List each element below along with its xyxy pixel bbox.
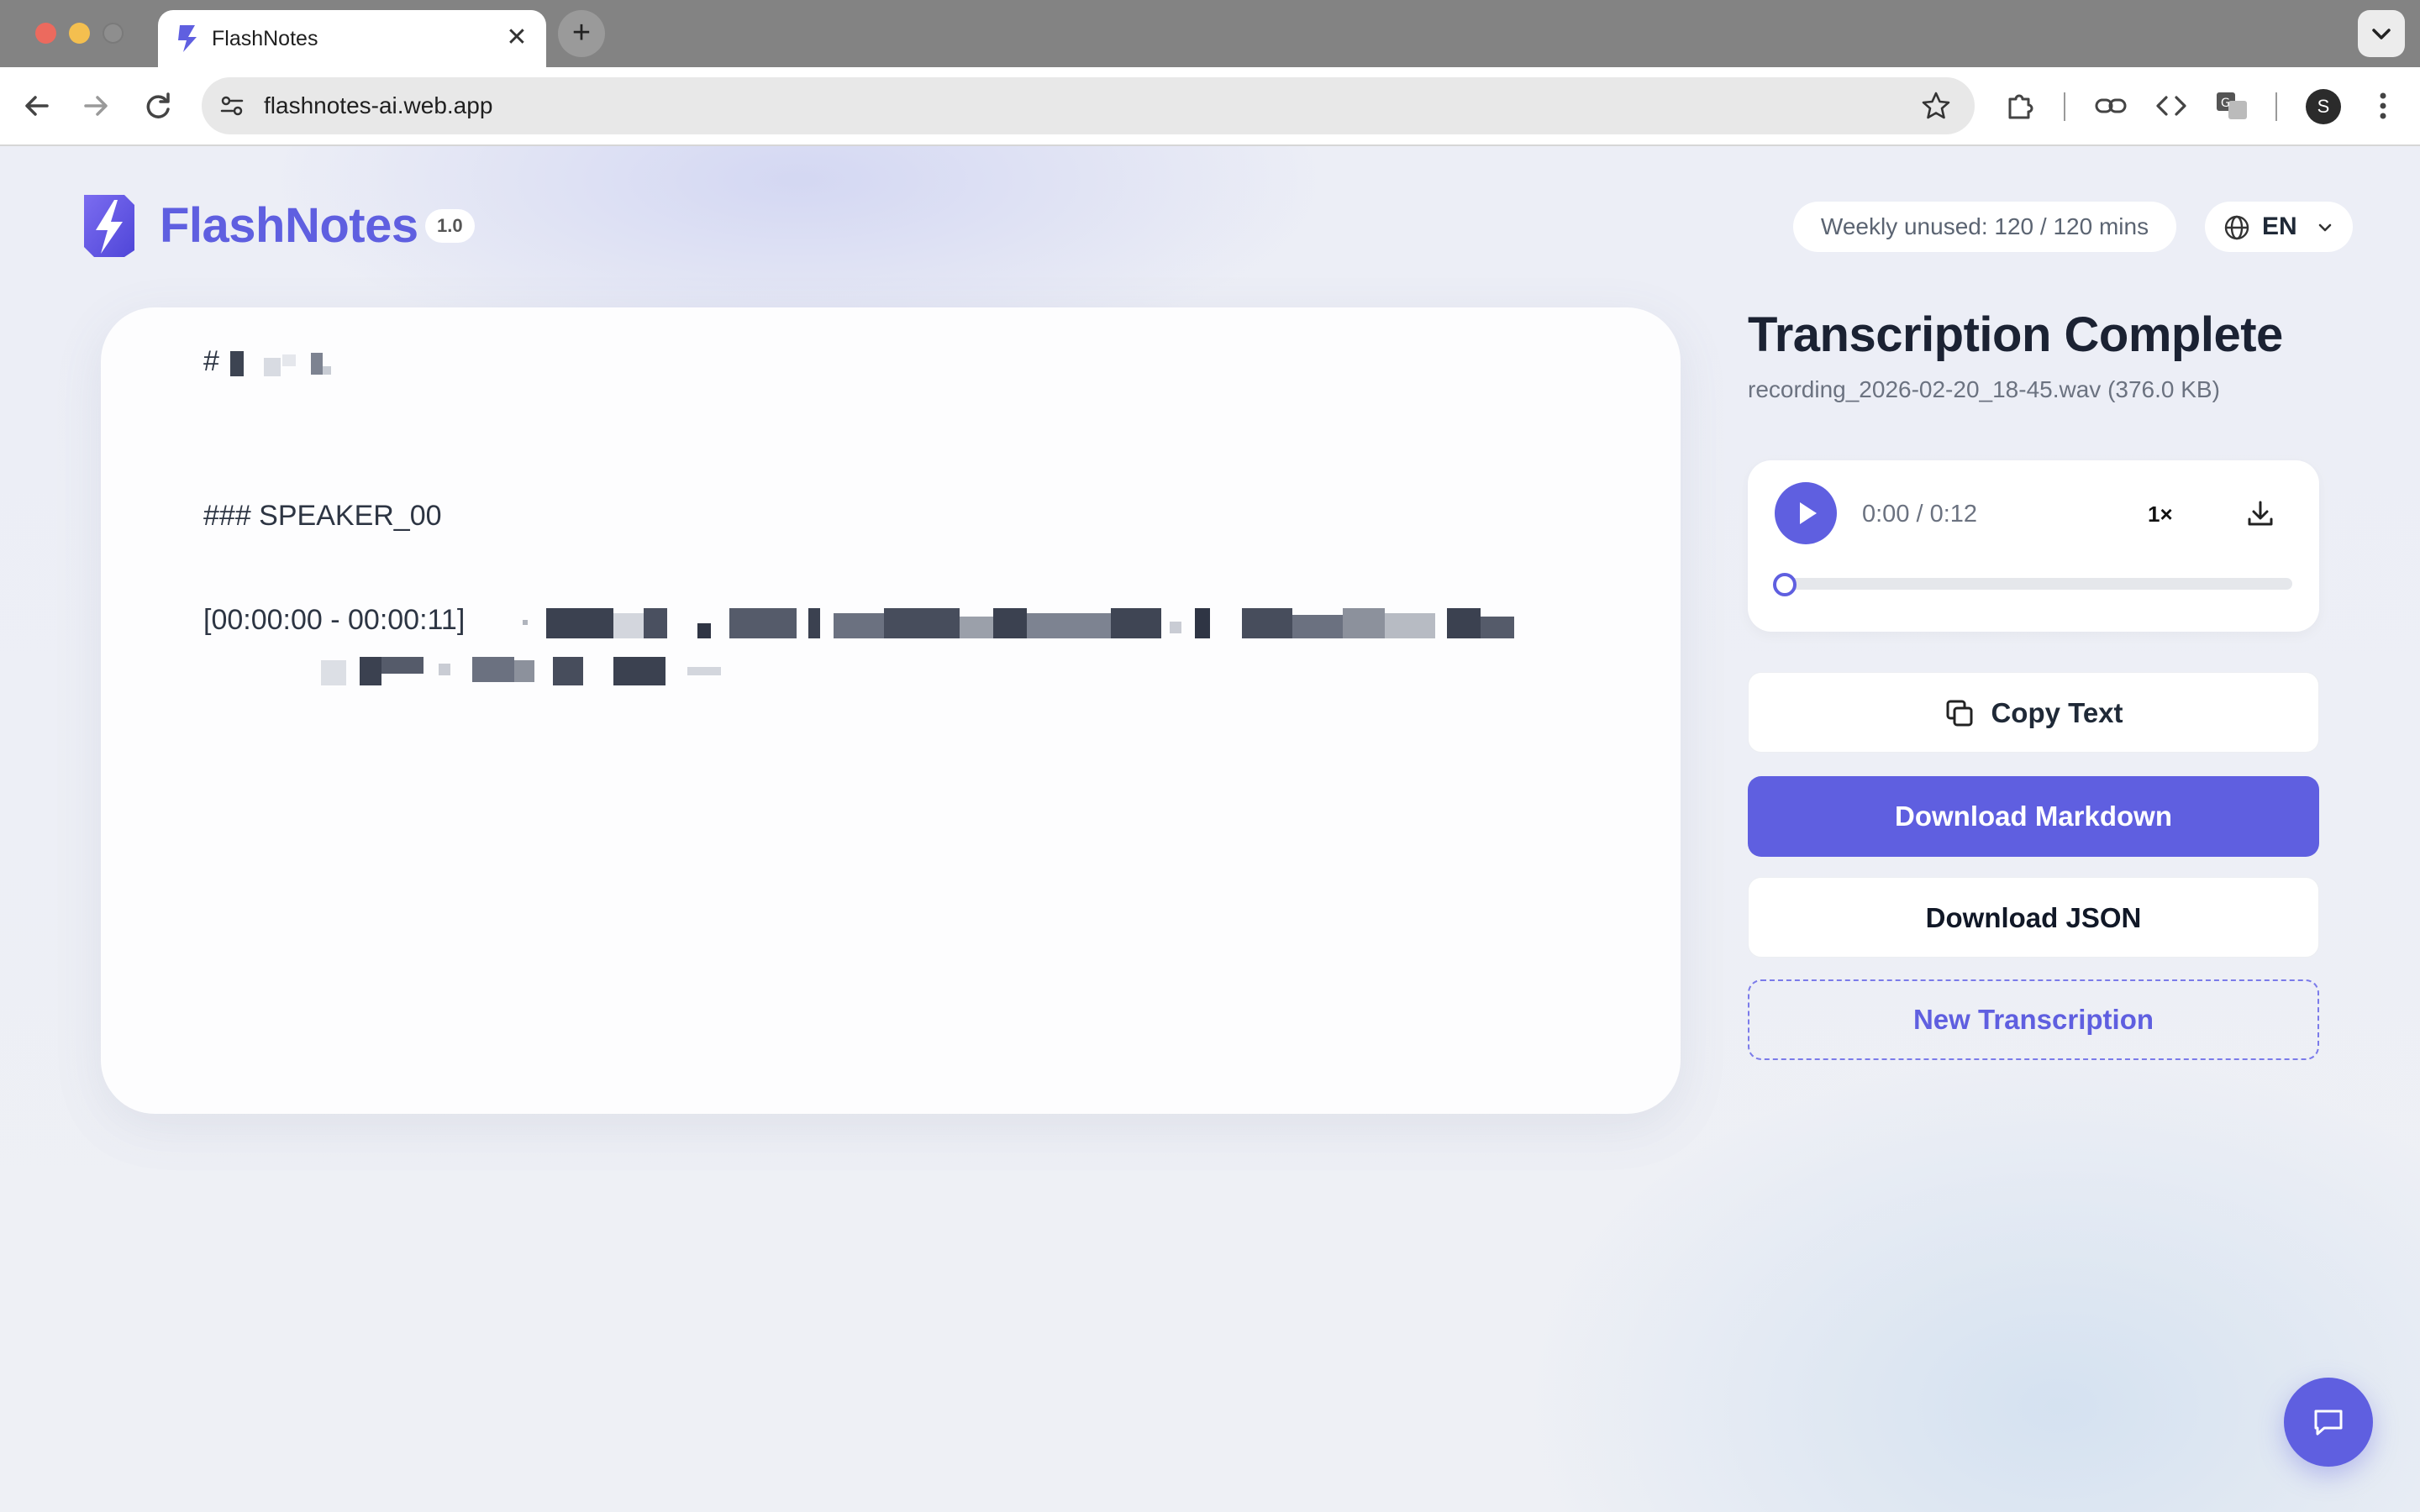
chat-bubble-icon (2314, 1410, 2343, 1436)
extensions-icon[interactable] (2002, 87, 2039, 124)
code-icon[interactable] (2153, 87, 2190, 124)
zoom-window-button[interactable] (103, 23, 124, 44)
toolbar-divider (2064, 92, 2065, 121)
site-settings-icon[interactable] (217, 91, 247, 121)
playback-progress-track[interactable] (1776, 578, 2292, 590)
app-page: FlashNotes 1.0 Weekly unused: 120 / 120 … (0, 146, 2420, 1512)
tab-search-button[interactable] (2358, 10, 2405, 57)
markdown-heading-marker: # (203, 345, 219, 377)
browser-tab-active[interactable]: FlashNotes ✕ (158, 10, 546, 67)
minimize-window-button[interactable] (69, 23, 90, 44)
chat-support-button[interactable] (2284, 1378, 2373, 1467)
file-info: recording_2026-02-20_18-45.wav (376.0 KB… (1748, 376, 2220, 402)
translate-icon[interactable]: G (2213, 87, 2250, 124)
flashnotes-favicon-icon (178, 25, 197, 52)
svg-text:G: G (2221, 97, 2230, 110)
redacted-transcript-text (321, 608, 1632, 701)
profile-avatar[interactable]: S (2306, 89, 2341, 124)
play-icon (1800, 502, 1817, 524)
reload-icon[interactable] (138, 86, 178, 126)
audio-player: 0:00 / 0:12 1× (1748, 460, 2319, 632)
copy-text-label: Copy Text (1991, 697, 2123, 728)
transcript-title-line: # (203, 343, 219, 380)
copy-icon (1946, 700, 1973, 727)
download-json-button[interactable]: Download JSON (1748, 877, 2319, 958)
new-tab-button[interactable]: + (558, 10, 605, 57)
chevron-down-icon (2372, 29, 2391, 39)
download-audio-icon[interactable] (2244, 497, 2277, 531)
segment-timestamp: [00:00:00 - 00:00:11] (203, 604, 466, 636)
tab-title: FlashNotes (212, 27, 318, 50)
forward-arrow-icon[interactable] (76, 86, 116, 126)
version-badge: 1.0 (425, 209, 475, 243)
link-icon[interactable] (2092, 87, 2129, 124)
transcription-status-title: Transcription Complete (1748, 307, 2283, 362)
more-menu-icon[interactable] (2368, 87, 2398, 124)
browser-toolbar: flashnotes-ai.web.app G S (0, 67, 2420, 146)
transcript-card: # ### SPEAKER_00 [00:00:00 - 00:00:11] (101, 307, 1681, 1114)
usage-status-pill: Weekly unused: 120 / 120 mins (1793, 202, 2176, 252)
close-window-button[interactable] (35, 23, 56, 44)
play-button[interactable] (1775, 482, 1837, 544)
back-arrow-icon[interactable] (17, 86, 57, 126)
speaker-heading: ### SPEAKER_00 (203, 500, 442, 532)
tab-close-button[interactable]: ✕ (501, 22, 533, 54)
playback-progress-thumb[interactable] (1773, 573, 1797, 596)
language-label: EN (2262, 213, 2297, 240)
playback-speed-button[interactable]: 1× (2148, 497, 2173, 531)
bookmark-star-icon[interactable] (1919, 89, 1953, 123)
address-bar[interactable]: flashnotes-ai.web.app (202, 77, 1975, 134)
playback-time: 0:00 / 0:12 (1862, 501, 1978, 528)
chevron-down-icon (2318, 223, 2332, 232)
redacted-title (230, 351, 331, 376)
language-selector[interactable]: EN (2205, 202, 2353, 252)
new-transcription-button[interactable]: New Transcription (1748, 979, 2319, 1060)
copy-text-button[interactable]: Copy Text (1748, 672, 2319, 753)
globe-icon (2224, 215, 2249, 240)
flashnotes-logo-icon (84, 195, 134, 257)
brand-name[interactable]: FlashNotes (160, 197, 418, 255)
download-markdown-button[interactable]: Download Markdown (1748, 776, 2319, 857)
url-text: flashnotes-ai.web.app (264, 92, 493, 118)
toolbar-divider (2275, 92, 2277, 121)
browser-tab-strip: FlashNotes ✕ + (0, 0, 2420, 67)
